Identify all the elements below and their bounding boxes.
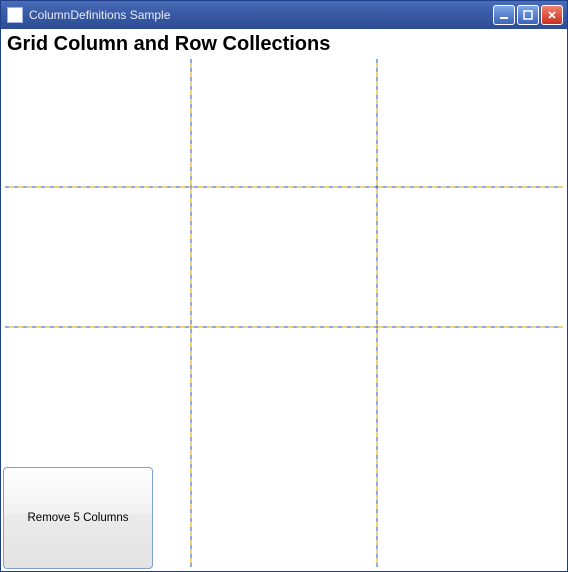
window-buttons [493,5,563,25]
remove-5-columns-button[interactable]: Remove 5 Columns [3,467,153,569]
maximize-icon [523,10,533,20]
minimize-button[interactable] [493,5,515,25]
minimize-icon [499,10,509,20]
app-icon [7,7,23,23]
window-title: ColumnDefinitions Sample [29,8,493,22]
titlebar[interactable]: ColumnDefinitions Sample [1,1,567,29]
client-area: Grid Column and Row Collections Remove 5… [1,29,567,571]
close-icon [547,10,557,20]
maximize-button[interactable] [517,5,539,25]
remove-5-columns-label: Remove 5 Columns [28,512,129,524]
window: ColumnDefinitions Sample Grid Colum [0,0,568,572]
close-button[interactable] [541,5,563,25]
page-title: Grid Column and Row Collections [5,31,563,56]
